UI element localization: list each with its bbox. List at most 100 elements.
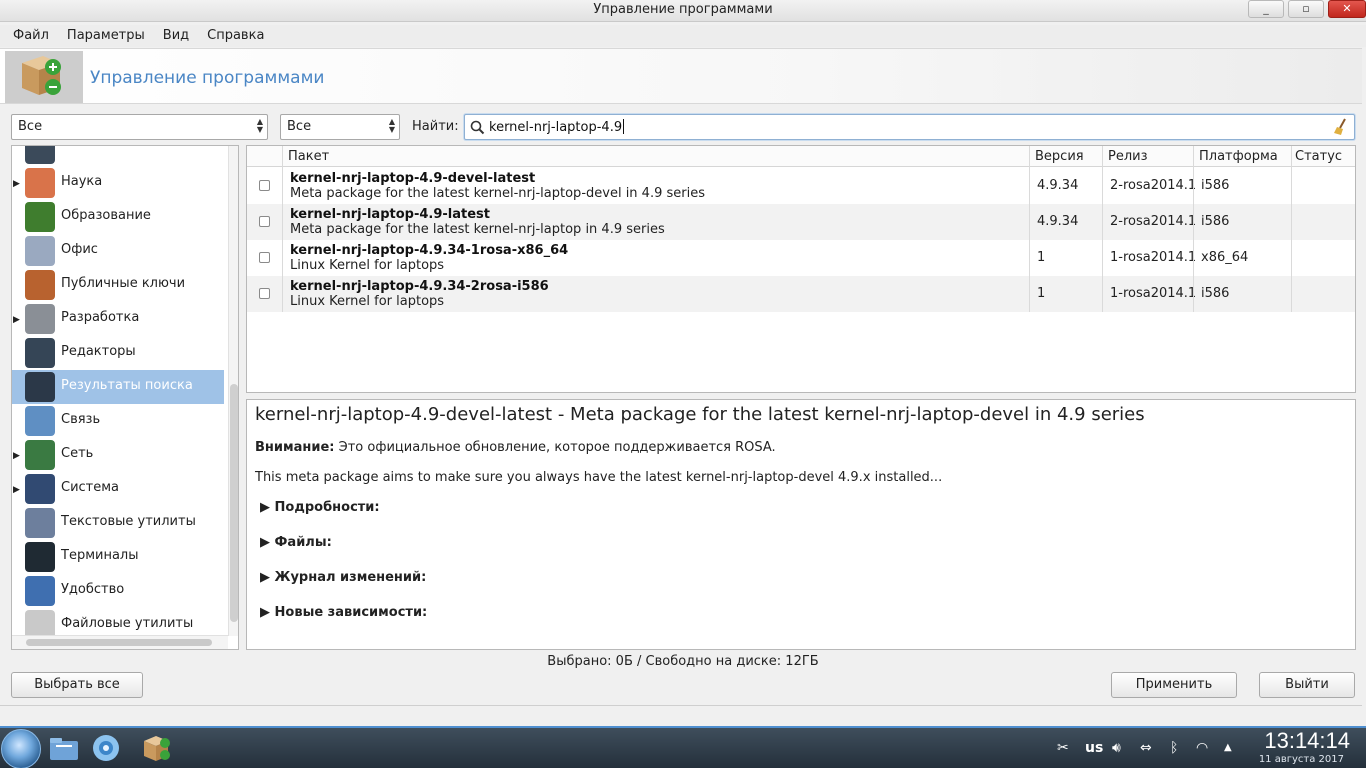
menu-view[interactable]: Вид — [156, 25, 196, 47]
section-changelog[interactable]: ▶ Журнал изменений: — [260, 570, 426, 585]
category-item[interactable]: Результаты поиска — [12, 370, 224, 404]
category-item[interactable]: ▶ Система — [12, 472, 224, 506]
expander-arrow-icon[interactable]: ▶ — [13, 485, 20, 495]
package-platform: i586 — [1201, 286, 1230, 301]
minimize-button[interactable]: _ — [1248, 0, 1284, 18]
package-checkbox[interactable] — [259, 288, 270, 299]
package-version: 1 — [1037, 286, 1046, 301]
window-titlebar: Управление программами _ ▫ ✕ — [0, 0, 1366, 22]
system-icon — [25, 474, 55, 504]
category-item[interactable]: ▶ Сеть — [12, 438, 224, 472]
category-item[interactable] — [12, 146, 224, 166]
column-release[interactable]: Релиз — [1108, 149, 1148, 164]
star-icon — [25, 372, 55, 402]
package-release: 1-rosa2014.1 — [1110, 250, 1197, 265]
warning-label: Внимание: — [255, 440, 335, 455]
table-row[interactable]: kernel-nrj-laptop-4.9.34-2rosa-i586 Linux… — [247, 276, 1355, 312]
category-label: Терминалы — [61, 548, 139, 563]
menu-file[interactable]: Файл — [6, 25, 56, 47]
type-filter-select[interactable]: Все ▲ ▼ — [280, 114, 400, 140]
search-input[interactable]: kernel-nrj-laptop-4.9 — [464, 114, 1355, 140]
clear-icon[interactable] — [1333, 118, 1349, 136]
expander-arrow-icon[interactable]: ▶ — [13, 451, 20, 461]
category-item[interactable]: ▶ Разработка — [12, 302, 224, 336]
app-banner: Управление программами — [0, 48, 1362, 104]
category-item[interactable]: Связь — [12, 404, 224, 438]
start-menu-icon[interactable] — [1, 729, 41, 768]
category-item[interactable]: ▶ Наука — [12, 166, 224, 200]
search-icon — [470, 120, 485, 135]
quit-button[interactable]: Выйти — [1259, 672, 1355, 698]
category-item[interactable]: Редакторы — [12, 336, 224, 370]
maximize-button[interactable]: ▫ — [1288, 0, 1324, 18]
keyboard-layout[interactable]: us — [1085, 740, 1103, 756]
globe-icon — [25, 440, 55, 470]
tray-expand-icon[interactable]: ▲ — [1224, 742, 1232, 753]
table-row[interactable]: kernel-nrj-laptop-4.9.34-1rosa-x86_64 Lin… — [247, 240, 1355, 276]
category-label: Сеть — [61, 446, 94, 461]
file-manager-icon[interactable] — [48, 732, 80, 764]
expander-arrow-icon[interactable]: ▶ — [13, 179, 20, 189]
apply-button[interactable]: Применить — [1111, 672, 1237, 698]
search-value: kernel-nrj-laptop-4.9 — [489, 119, 625, 135]
column-separator — [1291, 146, 1292, 312]
package-checkbox[interactable] — [259, 180, 270, 191]
bluetooth-icon[interactable]: ᛒ — [1170, 740, 1178, 756]
section-files[interactable]: ▶ Файлы: — [260, 535, 332, 550]
vertical-scrollbar[interactable] — [228, 146, 238, 636]
package-description: Linux Kernel for laptops — [290, 258, 445, 273]
network-icon[interactable]: ⇔ — [1140, 740, 1152, 756]
package-name: kernel-nrj-laptop-4.9.34-1rosa-x86_64 — [290, 243, 569, 258]
package-checkbox[interactable] — [259, 216, 270, 227]
table-row[interactable]: kernel-nrj-laptop-4.9-devel-latest Meta p… — [247, 168, 1355, 204]
package-manager-icon[interactable] — [140, 732, 172, 764]
category-filter-value: Все — [18, 119, 43, 134]
wifi-icon[interactable]: ◠ — [1196, 740, 1208, 756]
category-label: Образование — [61, 208, 151, 223]
clock[interactable]: 13:14:14 — [1264, 728, 1350, 754]
volume-icon[interactable]: 🔊︎ — [1112, 740, 1121, 756]
browser-icon[interactable] — [90, 732, 122, 764]
package-checkbox[interactable] — [259, 252, 270, 263]
section-new-dependencies[interactable]: ▶ Новые зависимости: — [260, 605, 427, 620]
category-item[interactable]: Образование — [12, 200, 224, 234]
find-label: Найти: — [412, 119, 459, 134]
expand-arrow-icon: ▶ — [260, 570, 275, 585]
details-description: This meta package aims to make sure you … — [255, 470, 943, 485]
column-package[interactable]: Пакет — [288, 149, 329, 164]
package-release: 1-rosa2014.1 — [1110, 286, 1197, 301]
table-row[interactable]: kernel-nrj-laptop-4.9-latest Meta package… — [247, 204, 1355, 240]
column-platform[interactable]: Платформа — [1199, 149, 1278, 164]
close-button[interactable]: ✕ — [1328, 0, 1366, 18]
menu-bar: Файл Параметры Вид Справка — [0, 25, 1366, 47]
column-separator — [1193, 146, 1194, 312]
category-item[interactable]: Удобство — [12, 574, 224, 608]
category-item[interactable]: Офис — [12, 234, 224, 268]
horizontal-scrollbar[interactable] — [12, 635, 228, 649]
category-label: Редакторы — [61, 344, 136, 359]
category-label: Файловые утилиты — [61, 616, 194, 631]
section-details[interactable]: ▶ Подробности: — [260, 500, 380, 515]
section-label: Журнал изменений: — [274, 570, 427, 585]
category-item[interactable]: Текстовые утилиты — [12, 506, 224, 540]
menu-settings[interactable]: Параметры — [60, 25, 152, 47]
select-all-button[interactable]: Выбрать все — [11, 672, 143, 698]
category-label: Наука — [61, 174, 103, 189]
category-item[interactable]: Терминалы — [12, 540, 224, 574]
status-text: Выбрано: 0Б / Свободно на диске: 12ГБ — [547, 654, 819, 669]
accessibility-icon — [25, 576, 55, 606]
expand-arrow-icon: ▶ — [260, 605, 275, 620]
category-filter-select[interactable]: Все ▲ ▼ — [11, 114, 268, 140]
menu-help[interactable]: Справка — [200, 25, 271, 47]
expander-arrow-icon[interactable]: ▶ — [13, 315, 20, 325]
banner-title: Управление программами — [90, 68, 325, 88]
category-label: Связь — [61, 412, 101, 427]
column-version[interactable]: Версия — [1035, 149, 1084, 164]
category-item[interactable]: Публичные ключи — [12, 268, 224, 302]
scroll-thumb[interactable] — [26, 639, 212, 646]
scissors-icon[interactable]: ✂ — [1057, 740, 1069, 756]
category-label: Текстовые утилиты — [61, 514, 196, 529]
section-label: Файлы: — [274, 535, 332, 550]
scroll-thumb[interactable] — [230, 384, 238, 622]
column-status[interactable]: Статус — [1295, 149, 1342, 164]
